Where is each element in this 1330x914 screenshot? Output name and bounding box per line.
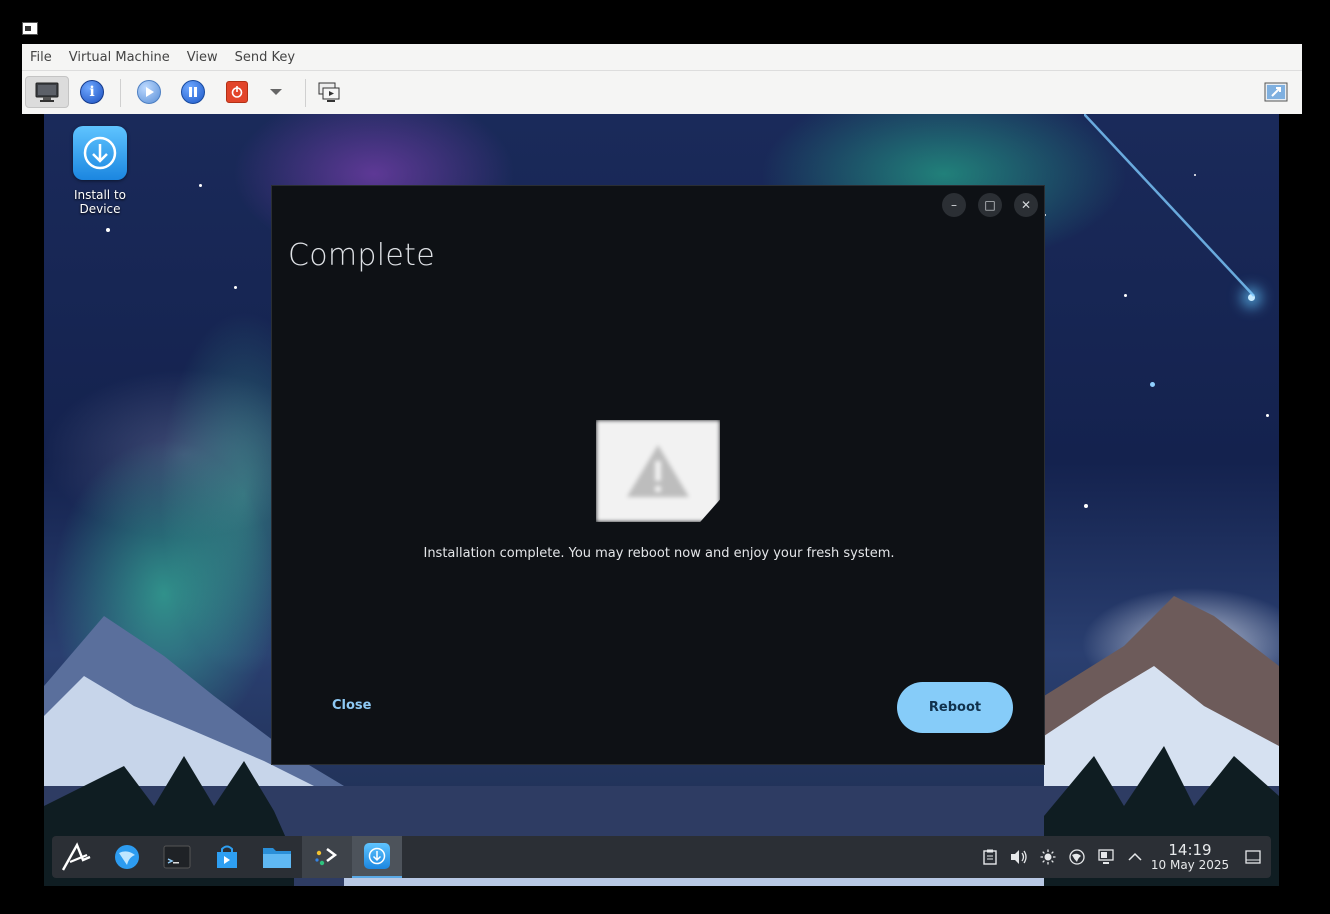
- brightness-icon: [1040, 849, 1055, 865]
- reboot-button[interactable]: Reboot: [897, 682, 1013, 733]
- toolbar-separator: [305, 79, 306, 107]
- toolbar: i: [22, 71, 1302, 114]
- terminal-button[interactable]: [152, 836, 202, 878]
- maximize-icon: □: [984, 198, 996, 212]
- app-launcher-icon: [61, 842, 91, 871]
- menu-view[interactable]: View: [187, 50, 218, 65]
- software-store-icon: [217, 845, 237, 868]
- install-to-device-label: Install to Device: [74, 188, 126, 216]
- shutdown-button[interactable]: [219, 76, 255, 108]
- menubar: File Virtual Machine View Send Key: [22, 44, 1302, 71]
- fullscreen-button[interactable]: [1258, 76, 1294, 108]
- clock-time: 14:19: [1168, 841, 1212, 859]
- taskbar: 14:19 10 May 2025: [52, 836, 1271, 878]
- menu-send-key[interactable]: Send Key: [235, 50, 295, 65]
- volume-icon: [1010, 850, 1027, 864]
- display-button[interactable]: [1091, 836, 1120, 878]
- window-controls: – □ ✕: [942, 193, 1038, 217]
- software-store-button[interactable]: [202, 836, 252, 878]
- fullscreen-icon: [1264, 82, 1288, 102]
- file-manager-icon: [263, 848, 291, 868]
- console-view-button[interactable]: [25, 76, 69, 108]
- screen: File Virtual Machine View Send Key i Ins…: [0, 0, 1330, 914]
- system-tray: 14:19 10 May 2025: [975, 836, 1271, 878]
- tray-expand-button[interactable]: [1120, 836, 1149, 878]
- menu-file[interactable]: File: [30, 50, 52, 65]
- star: [1084, 504, 1088, 508]
- show-desktop-button[interactable]: [1235, 836, 1271, 878]
- menu-virtual-machine[interactable]: Virtual Machine: [69, 50, 170, 65]
- brightness-button[interactable]: [1033, 836, 1062, 878]
- pause-button[interactable]: [175, 76, 211, 108]
- display-icon: [1097, 849, 1114, 864]
- shutdown-icon: [226, 81, 248, 103]
- run-icon: [137, 80, 161, 104]
- browser-button[interactable]: [102, 836, 152, 878]
- tray-expand-icon: [1127, 852, 1142, 861]
- star: [199, 184, 202, 187]
- clipboard-icon: [982, 849, 997, 865]
- snapshots-button[interactable]: [312, 76, 348, 108]
- installer-icon: [73, 126, 127, 180]
- run-button[interactable]: [131, 76, 167, 108]
- app-launcher-button[interactable]: [52, 836, 102, 878]
- shutdown-menu-button[interactable]: [258, 76, 294, 108]
- clock-date: 10 May 2025: [1150, 858, 1230, 872]
- details-view-button[interactable]: i: [74, 76, 110, 108]
- network-icon: [1068, 849, 1085, 865]
- installer-task-button[interactable]: [352, 836, 402, 878]
- install-to-device-desktop-icon[interactable]: Install to Device: [52, 126, 148, 216]
- page-title: Complete: [288, 238, 435, 273]
- snapshots-icon: [318, 82, 340, 102]
- completion-message: Installation complete. You may reboot no…: [423, 546, 895, 561]
- warning-icon: [596, 420, 720, 522]
- close-button[interactable]: Close: [332, 698, 371, 713]
- browser-icon: [115, 845, 139, 869]
- kde-connect-button[interactable]: [302, 836, 352, 878]
- window-app-icon: [22, 22, 38, 35]
- comet-trail: [1084, 114, 1255, 297]
- show-desktop-icon: [1245, 850, 1261, 864]
- close-icon: ✕: [1020, 198, 1032, 212]
- star: [1150, 382, 1155, 387]
- minimize-button[interactable]: –: [942, 193, 966, 217]
- close-window-button[interactable]: ✕: [1014, 193, 1038, 217]
- kde-connect-icon: [315, 848, 338, 866]
- digital-clock[interactable]: 14:19 10 May 2025: [1149, 841, 1231, 872]
- installer-icon: [364, 843, 390, 869]
- volume-button[interactable]: [1004, 836, 1033, 878]
- minimize-icon: –: [951, 198, 957, 212]
- file-manager-button[interactable]: [252, 836, 302, 878]
- info-icon: i: [80, 80, 104, 104]
- monitor-icon: [35, 82, 59, 102]
- installer-dialog: – □ ✕ Complete Installation complete. Yo…: [271, 185, 1045, 765]
- network-button[interactable]: [1062, 836, 1091, 878]
- info-glyph: i: [89, 84, 95, 100]
- maximize-button[interactable]: □: [978, 193, 1002, 217]
- vm-viewer-window: File Virtual Machine View Send Key i: [22, 44, 1302, 114]
- toolbar-separator: [120, 79, 121, 107]
- star: [106, 228, 110, 232]
- pause-icon: [181, 80, 205, 104]
- dropdown-arrow-icon: [270, 89, 282, 95]
- clipboard-button[interactable]: [975, 836, 1004, 878]
- star: [1266, 414, 1269, 417]
- star: [234, 286, 237, 289]
- terminal-icon: [163, 845, 191, 869]
